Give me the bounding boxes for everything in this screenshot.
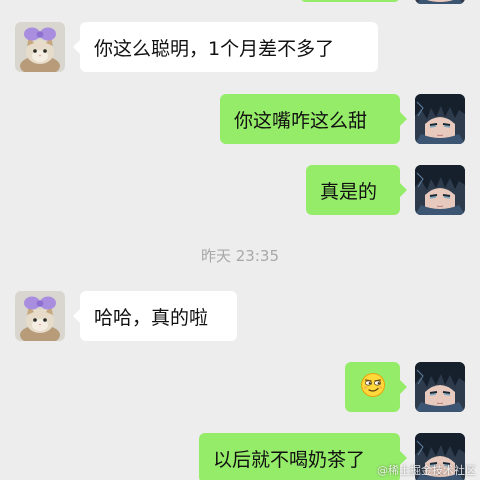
previous-message-bubble[interactable] (300, 0, 400, 2)
cat-avatar-icon[interactable] (15, 22, 65, 72)
self-avatar-icon[interactable] (415, 362, 465, 412)
message-bubble[interactable]: 你这嘴咋这么甜 (220, 94, 407, 144)
message-text: 你这么聪明，1个月差不多了 (94, 37, 335, 60)
self-avatar-icon[interactable] (415, 165, 465, 215)
watermark-text: @稀土掘金技术社区 (377, 464, 476, 477)
message-bubble[interactable]: 以后就不喝奶茶了 (199, 433, 407, 480)
chat-window[interactable]: 你这么聪明，1个月差不多了 你这嘴咋这么甜 真是的 昨天 23:35 哈哈，真的… (0, 0, 480, 480)
smirk-emoji-icon (360, 372, 386, 403)
message-bubble[interactable]: 哈哈，真的啦 (73, 291, 237, 341)
self-avatar-icon[interactable] (415, 94, 465, 144)
message-text: 以后就不喝奶茶了 (213, 448, 366, 471)
message-bubble[interactable] (345, 362, 407, 412)
message-text: 真是的 (320, 180, 378, 203)
message-bubble[interactable]: 真是的 (306, 165, 407, 215)
cat-avatar-icon[interactable] (15, 291, 65, 341)
self-avatar-icon[interactable] (415, 0, 465, 4)
message-timestamp: 昨天 23:35 (201, 247, 279, 265)
message-text: 哈哈，真的啦 (94, 306, 209, 329)
message-bubble[interactable]: 你这么聪明，1个月差不多了 (73, 22, 378, 72)
message-text: 你这嘴咋这么甜 (234, 109, 368, 132)
